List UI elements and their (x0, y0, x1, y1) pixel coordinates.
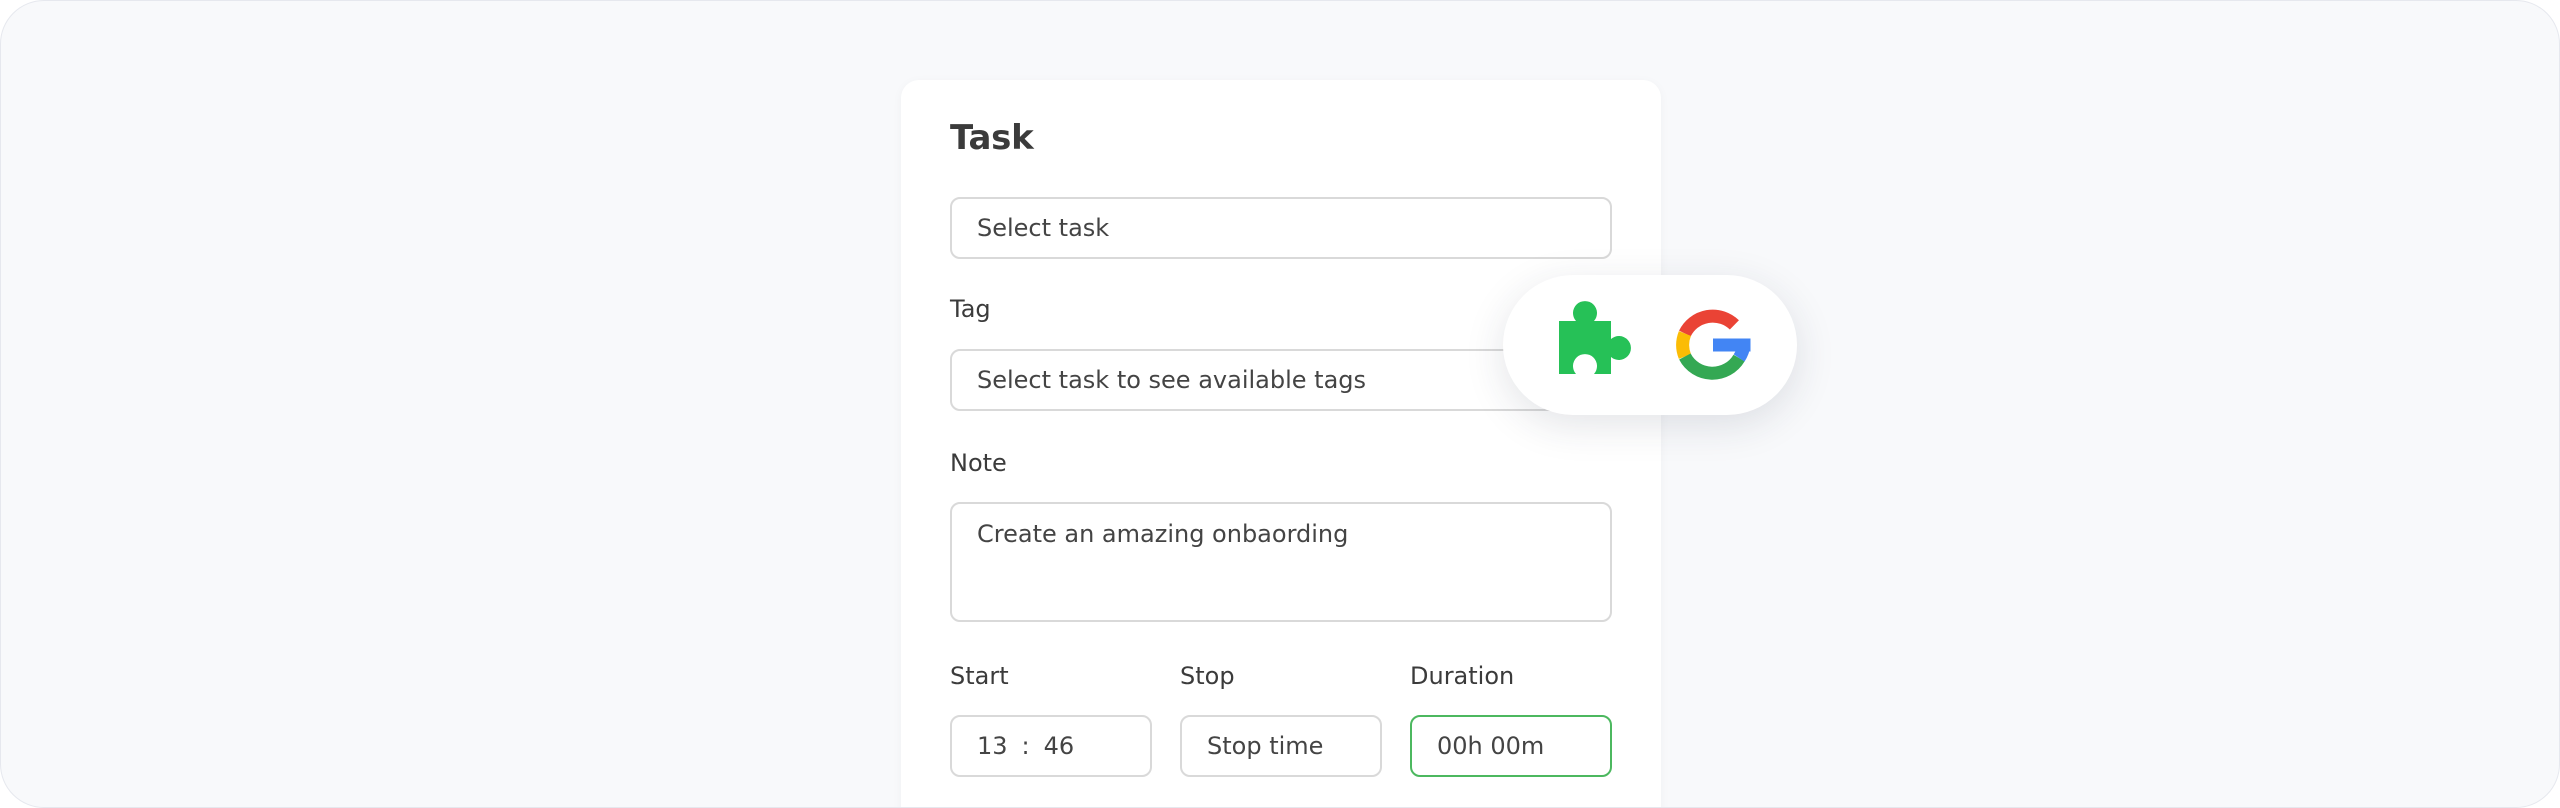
google-icon[interactable] (1669, 301, 1757, 389)
stop-label: Stop (1180, 662, 1235, 690)
stop-time-input[interactable]: Stop time (1180, 715, 1382, 777)
note-text: Create an amazing onbaording (977, 520, 1349, 548)
task-select[interactable]: Select task (950, 197, 1612, 259)
integrations-bubble (1503, 275, 1797, 415)
note-textarea[interactable]: Create an amazing onbaording (950, 502, 1612, 622)
start-time-input[interactable]: 13 : 46 (950, 715, 1152, 777)
duration-label: Duration (1410, 662, 1515, 690)
duration-value: 00h 00m (1437, 732, 1545, 760)
task-form-card: Task Select task Tag Select task to see … (901, 80, 1661, 807)
canvas-background: Task Select task Tag Select task to see … (0, 0, 2560, 808)
start-minutes: 46 (1043, 732, 1075, 760)
puzzle-extension-icon[interactable] (1549, 301, 1637, 389)
start-hours: 13 (977, 732, 1008, 760)
task-select-placeholder: Select task (977, 214, 1110, 242)
note-label: Note (950, 449, 1007, 477)
tag-select-placeholder: Select task to see available tags (977, 366, 1367, 394)
start-label: Start (950, 662, 1009, 690)
stop-time-placeholder: Stop time (1207, 732, 1324, 760)
task-title: Task (950, 118, 1034, 158)
start-time-separator: : (1021, 732, 1030, 760)
tag-label: Tag (950, 295, 991, 323)
duration-input[interactable]: 00h 00m (1410, 715, 1612, 777)
